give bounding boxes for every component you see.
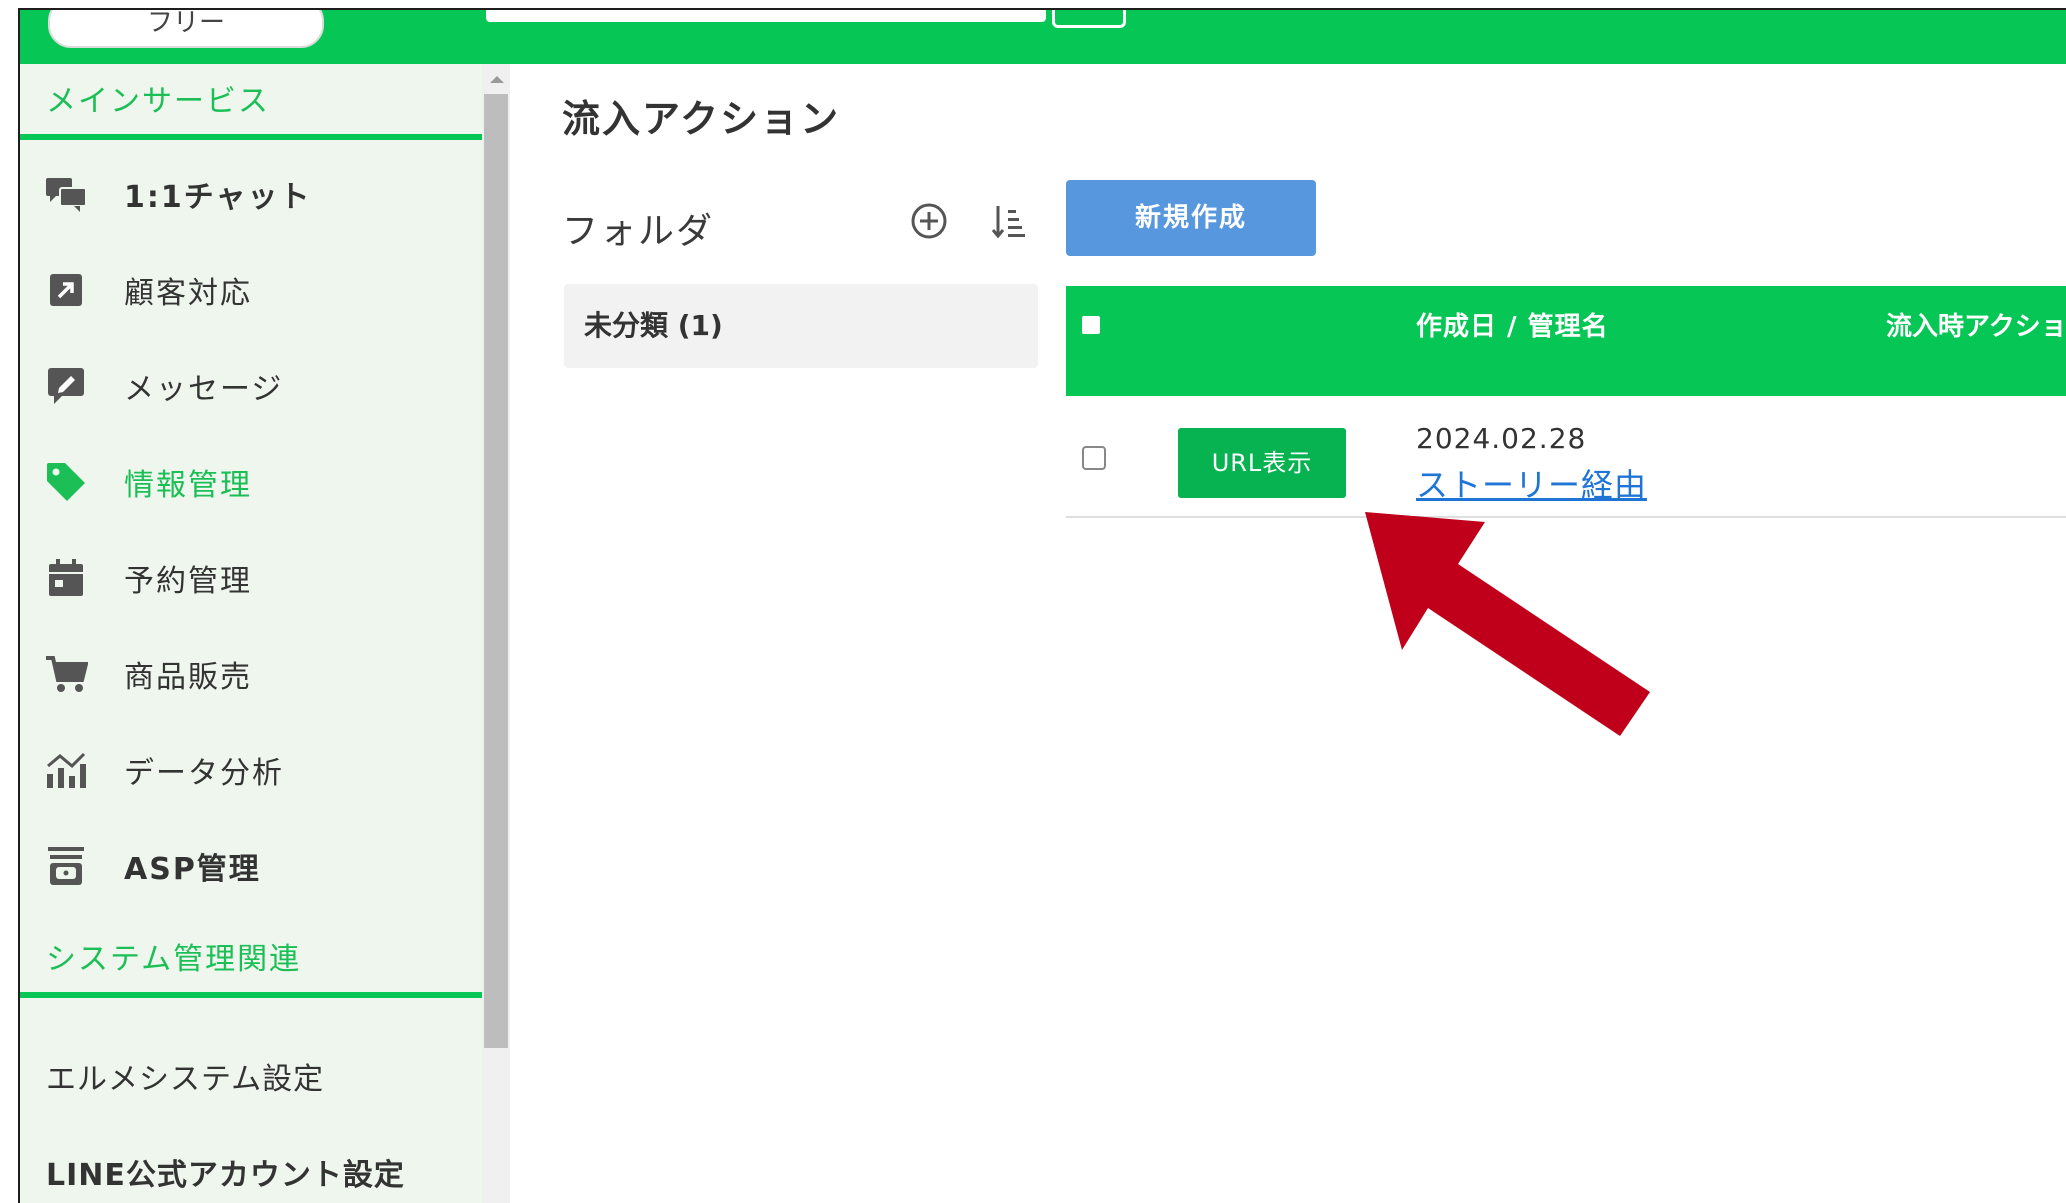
- sidebar: メインサービス 1:1チャット 顧客対応 メッセージ 情報管理 予約管理 商品販…: [20, 64, 482, 1203]
- column-header-date-name[interactable]: 作成日 / 管理名: [1416, 306, 1609, 343]
- sidebar-item-asp[interactable]: ASP管理: [20, 818, 482, 914]
- folder-heading: フォルダ: [562, 211, 715, 252]
- search-button[interactable]: [1052, 10, 1126, 28]
- sidebar-item-reservation[interactable]: 予約管理: [20, 530, 482, 626]
- sidebar-item-customer[interactable]: 顧客対応: [20, 242, 482, 338]
- annotation-arrow-icon: [1350, 510, 1680, 760]
- sidebar-item-label: 予約管理: [124, 564, 252, 599]
- new-create-button[interactable]: 新規作成: [1066, 180, 1316, 256]
- sidebar-item-label: 情報管理: [124, 468, 252, 503]
- calendar-icon: [44, 556, 88, 600]
- add-folder-icon[interactable]: [910, 202, 948, 240]
- row-created-date: 2024.02.28: [1416, 422, 1587, 455]
- table-header: 作成日 / 管理名 流入時アクショ: [1066, 286, 2066, 396]
- folder-item-uncategorized[interactable]: 未分類 (1): [564, 284, 1038, 368]
- row-checkbox[interactable]: [1082, 446, 1106, 470]
- sidebar-item-label: 1:1チャット: [124, 180, 312, 215]
- sidebar-item-label: ASP管理: [124, 852, 261, 887]
- cart-icon: [44, 652, 88, 696]
- row-name-link[interactable]: ストーリー経由: [1416, 460, 1647, 506]
- archive-box-icon: [44, 844, 88, 888]
- sidebar-item-label: 商品販売: [124, 660, 252, 695]
- sidebar-item-label: 顧客対応: [124, 276, 252, 311]
- sidebar-item-line-settings[interactable]: LINE公式アカウント設定: [46, 1150, 405, 1194]
- select-all-checkbox[interactable]: [1082, 316, 1100, 334]
- show-url-button[interactable]: URL表示: [1178, 428, 1346, 498]
- plan-badge[interactable]: フリー: [48, 10, 324, 48]
- top-bar: フリー: [20, 10, 2066, 64]
- sidebar-section-system[interactable]: システム管理関連: [20, 922, 482, 998]
- bar-chart-icon: [44, 748, 88, 792]
- edit-message-icon: [44, 364, 88, 408]
- external-link-icon: [44, 268, 88, 312]
- column-header-action[interactable]: 流入時アクショ: [1886, 306, 2066, 343]
- sidebar-section-main[interactable]: メインサービス: [20, 64, 482, 140]
- sidebar-item-analytics[interactable]: データ分析: [20, 722, 482, 818]
- scroll-up-arrow-icon[interactable]: [490, 76, 504, 83]
- search-input[interactable]: [486, 10, 1046, 22]
- sidebar-item-info[interactable]: 情報管理: [20, 434, 482, 530]
- sidebar-item-elme-settings[interactable]: エルメシステム設定: [46, 1054, 324, 1098]
- sidebar-scrollbar-thumb[interactable]: [484, 94, 508, 1048]
- sidebar-item-chat[interactable]: 1:1チャット: [20, 146, 482, 242]
- sort-icon[interactable]: [990, 202, 1028, 242]
- table-row: URL表示 2024.02.28 ストーリー経由: [1066, 396, 2066, 518]
- chat-bubbles-icon: [44, 172, 88, 216]
- tag-icon: [44, 460, 88, 504]
- app-window: フリー メインサービス 1:1チャット 顧客対応 メッセージ 情報管理 予約管理…: [18, 8, 2066, 1203]
- sidebar-item-sales[interactable]: 商品販売: [20, 626, 482, 722]
- sidebar-item-label: データ分析: [124, 756, 284, 791]
- sidebar-item-label: メッセージ: [124, 372, 284, 407]
- page-title: 流入アクション: [562, 97, 841, 141]
- sidebar-item-message[interactable]: メッセージ: [20, 338, 482, 434]
